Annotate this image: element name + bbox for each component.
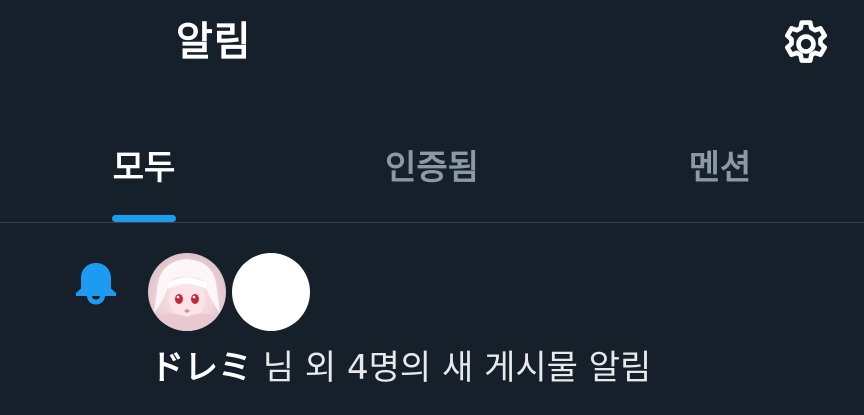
gear-icon[interactable] xyxy=(778,16,834,72)
header: 알림 xyxy=(0,0,864,88)
page-title: 알림 xyxy=(176,19,252,65)
notification-username[interactable]: ドレミ xyxy=(150,348,252,388)
notification-text: ドレミ 님 외 4명의 새 게시물 알림 xyxy=(150,347,651,389)
tab-verified[interactable]: 인증됨 xyxy=(352,130,512,222)
notification-item[interactable]: ドレミ 님 외 4명의 새 게시물 알림 xyxy=(0,223,864,415)
active-tab-indicator xyxy=(112,215,176,222)
bell-icon xyxy=(76,263,116,305)
anime-girl-avatar[interactable] xyxy=(148,253,226,331)
tab-bar: 모두 인증됨 멘션 xyxy=(0,130,864,223)
notification-message: 님 외 4명의 새 게시물 알림 xyxy=(252,348,652,388)
tab-all-label: 모두 xyxy=(112,148,176,188)
tab-verified-label: 인증됨 xyxy=(385,148,479,188)
tab-mentions-label: 멘션 xyxy=(688,148,752,188)
anime-girl-avatar-image xyxy=(152,259,222,331)
blank-white-avatar[interactable] xyxy=(232,253,310,331)
tab-all[interactable]: 모두 xyxy=(64,130,224,222)
tab-mentions[interactable]: 멘션 xyxy=(640,130,800,222)
